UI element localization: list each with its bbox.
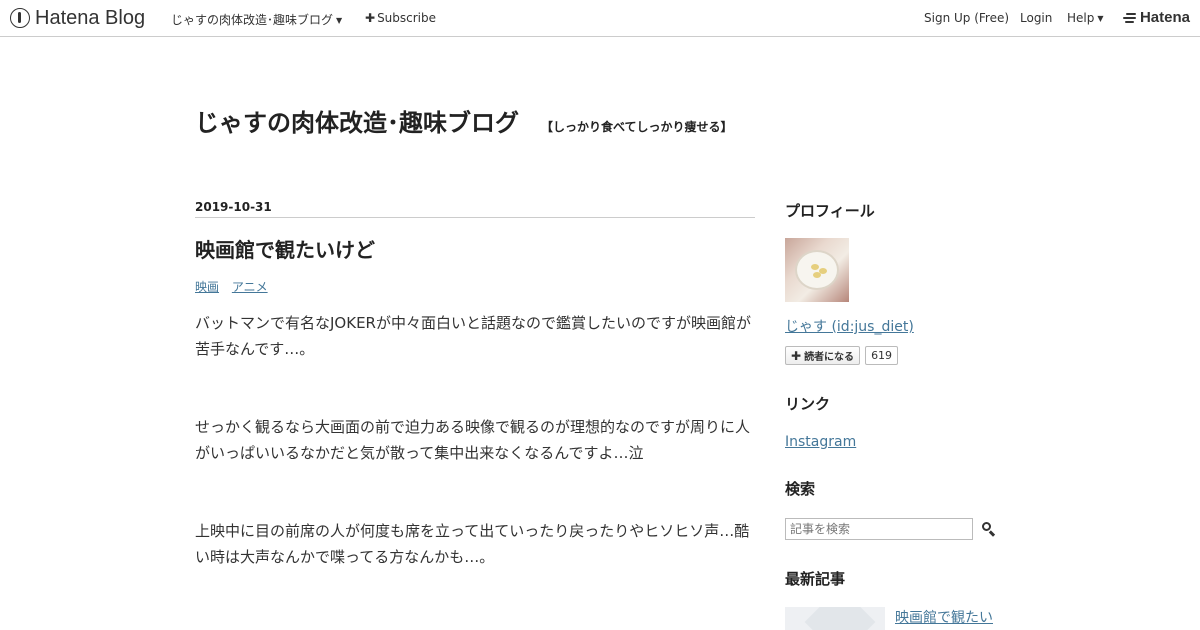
- search-heading: 検索: [785, 480, 816, 498]
- search-module: 検索: [785, 478, 1000, 540]
- blog-title[interactable]: じゃすの肉体改造･趣味ブログ: [195, 103, 519, 138]
- entry-paragraph: せっかく観るなら大画面の前で迫力ある映像で観るのが理想的なのですが周りに人がいっ…: [195, 418, 751, 462]
- entry-article: 2019-10-31 映画館で観たいけど 映画 アニメ バットマンで有名なJOK…: [195, 200, 755, 622]
- category-link-movie[interactable]: 映画: [195, 280, 219, 294]
- avatar[interactable]: [785, 238, 849, 302]
- entry-title[interactable]: 映画館で観たいけど: [195, 234, 755, 263]
- help-label: Help: [1067, 11, 1095, 25]
- profile-module: プロフィール じゃす (id:jus_diet) ✚ 読者になる 619: [785, 200, 1000, 365]
- hatena-blog-logo[interactable]: Hatena Blog: [10, 7, 145, 29]
- entry-categories: 映画 アニメ: [195, 278, 755, 295]
- subscriber-count[interactable]: 619: [865, 346, 899, 365]
- follow-button-label: 読者になる: [804, 352, 855, 363]
- recent-entry: 映画館で観たい: [785, 607, 1000, 630]
- sidebar: プロフィール じゃす (id:jus_diet) ✚ 読者になる 619 リンク…: [785, 200, 1000, 630]
- links-module: リンク Instagram: [785, 393, 1000, 450]
- plus-icon: ✚: [791, 348, 802, 363]
- hatena-logo-icon: [1122, 12, 1137, 24]
- follow-button[interactable]: ✚ 読者になる: [785, 346, 861, 365]
- plus-icon: ✚: [365, 11, 376, 25]
- help-dropdown[interactable]: Help ▼: [1067, 11, 1104, 25]
- entry-paragraph: 上映中に目の前席の人が何度も席を立って出ていったり戻ったりやヒソヒソ声…酷い時は…: [195, 522, 750, 566]
- entry-paragraph: バットマンで有名なJOKERが中々面白いと話題なので鑑賞したいのですが映画館が苦…: [195, 314, 751, 358]
- search-input[interactable]: [785, 518, 973, 540]
- instagram-link[interactable]: Instagram: [785, 434, 1000, 450]
- blog-menu-label: じゃすの肉体改造･趣味ブログ: [171, 13, 334, 27]
- search-form: [785, 518, 1000, 540]
- profile-user-link[interactable]: じゃす (id:jus_diet): [785, 316, 1000, 336]
- hatena-blog-logo-icon: [10, 8, 30, 28]
- chevron-down-icon: ▼: [336, 16, 343, 25]
- chevron-down-icon: ▼: [1097, 14, 1104, 23]
- entry-date[interactable]: 2019-10-31: [195, 200, 755, 218]
- blog-header: じゃすの肉体改造･趣味ブログ 【しっかり食べてしっかり痩せる】: [195, 103, 733, 138]
- subscribe-link[interactable]: ✚ Subscribe: [365, 11, 436, 25]
- blog-menu-dropdown[interactable]: じゃすの肉体改造･趣味ブログ ▼: [171, 11, 342, 28]
- login-link[interactable]: Login: [1020, 11, 1052, 25]
- recent-entry-thumbnail[interactable]: [785, 607, 885, 630]
- global-header: Hatena Blog じゃすの肉体改造･趣味ブログ ▼ ✚ Subscribe S…: [0, 0, 1200, 37]
- recent-entries-module: 最新記事 映画館で観たい: [785, 568, 1000, 630]
- blog-description: 【しっかり食べてしっかり痩せる】: [541, 120, 733, 134]
- signup-link[interactable]: Sign Up (Free): [924, 11, 1009, 25]
- entry-content: バットマンで有名なJOKERが中々面白いと話題なので鑑賞したいのですが映画館が苦…: [195, 310, 755, 570]
- hatena-logo-text: Hatena: [1139, 9, 1190, 26]
- hatena-blog-logo-text: Hatena Blog: [35, 6, 146, 29]
- subscribe-widget: ✚ 読者になる 619: [785, 346, 1000, 365]
- subscribe-label: Subscribe: [377, 11, 437, 25]
- profile-heading: プロフィール: [785, 202, 875, 220]
- search-icon[interactable]: [981, 521, 997, 537]
- recent-heading: 最新記事: [785, 570, 846, 588]
- links-heading: リンク: [785, 395, 831, 413]
- category-link-anime[interactable]: アニメ: [232, 280, 268, 294]
- hatena-logo[interactable]: Hatena: [1122, 9, 1190, 26]
- recent-entry-link[interactable]: 映画館で観たい: [895, 607, 993, 630]
